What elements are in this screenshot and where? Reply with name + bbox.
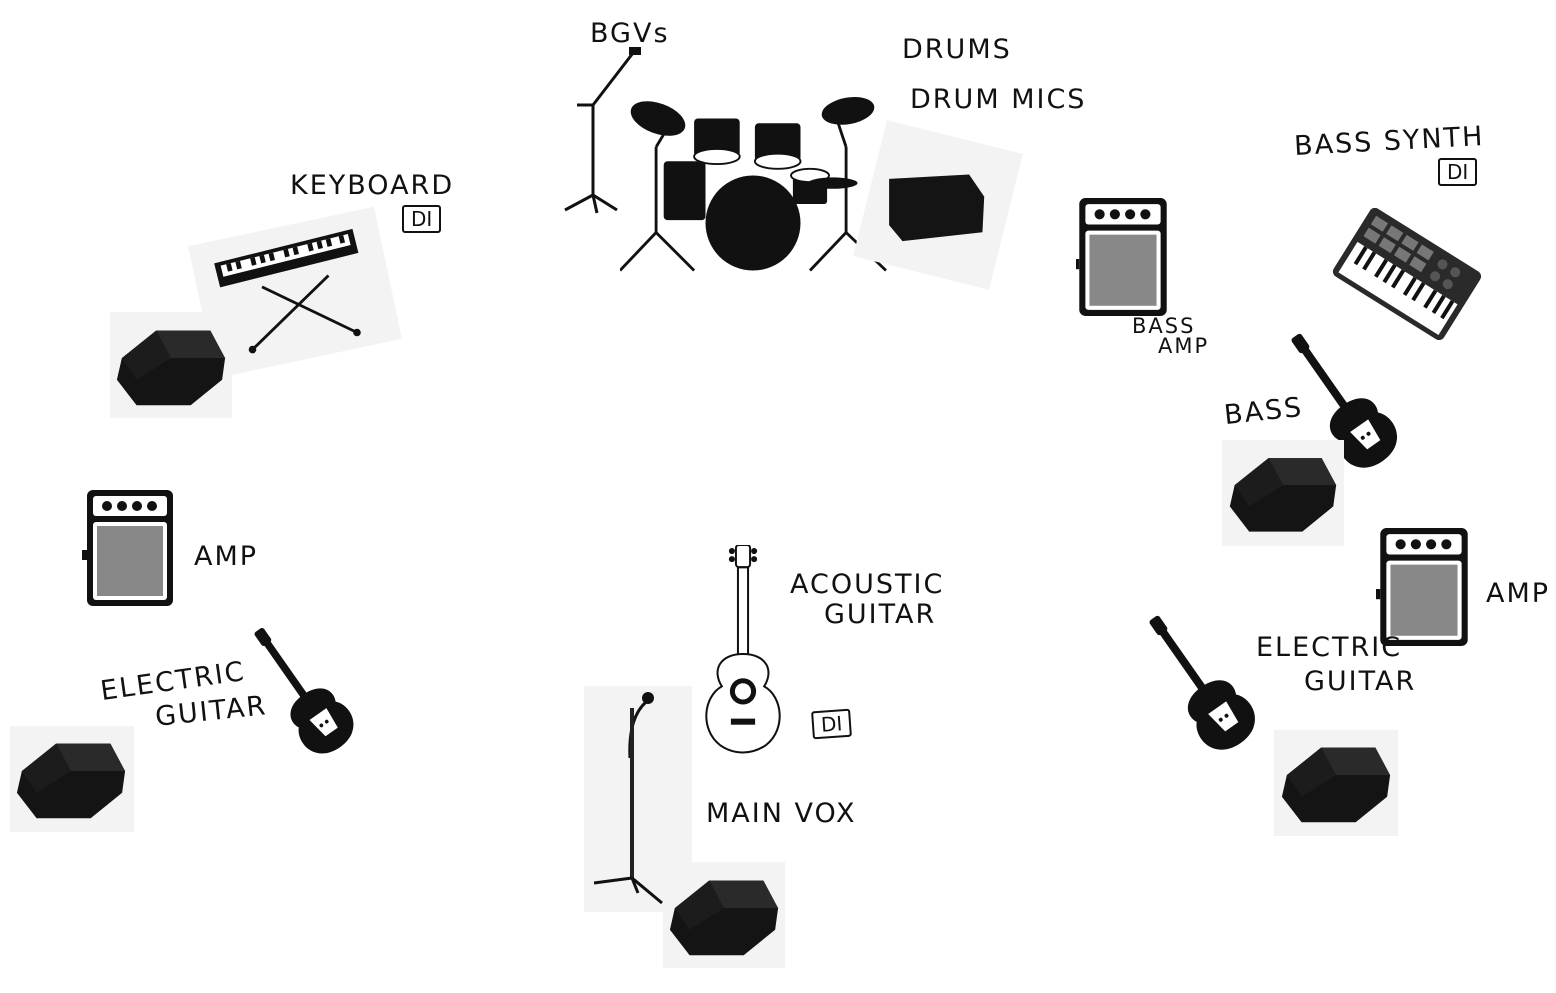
acoustic-label-line1: ACOUSTIC	[790, 569, 945, 600]
stage-plot: BGVs DRUMS DRUM MICS KEYBOARD DI AMP ELE…	[0, 0, 1556, 993]
left-amp-label: AMP	[194, 541, 259, 572]
main-vox-label: MAIN VOX	[706, 798, 857, 829]
floor-monitor-wedge-icon	[12, 730, 130, 822]
bass-amp-label-line2: AMP	[1158, 334, 1210, 358]
electric-guitar-icon	[230, 615, 370, 765]
drum-mics-label: DRUM MICS	[910, 84, 1087, 115]
floor-monitor-wedge-icon	[889, 174, 985, 242]
right-guitar-label-line2: GUITAR	[1304, 666, 1417, 697]
keyboard-di-badge: DI	[402, 205, 442, 233]
floor-monitor-wedge-icon	[1277, 734, 1395, 826]
bass-synth-di-badge: DI	[1438, 158, 1478, 186]
guitar-amp-icon	[1076, 196, 1170, 318]
right-guitar-label-line1: ELECTRIC	[1256, 632, 1403, 663]
keyboard-label: KEYBOARD	[290, 170, 455, 201]
floor-monitor-wedge-icon	[665, 866, 783, 960]
guitar-amp-icon	[82, 488, 178, 608]
bass-label: BASS	[1222, 391, 1305, 432]
floor-monitor-wedge-icon	[112, 318, 230, 408]
drums-label: DRUMS	[902, 34, 1012, 65]
floor-monitor-wedge-icon	[1225, 444, 1341, 536]
electric-guitar-icon	[1128, 600, 1268, 764]
right-amp-label: AMP	[1486, 578, 1551, 609]
keyboard-icon	[205, 215, 395, 355]
bass-synth-label: BASS SYNTH	[1293, 121, 1486, 162]
guitar-amp-icon	[1376, 526, 1472, 648]
acoustic-di-badge: DI	[811, 708, 853, 740]
bgvs-label: BGVs	[590, 18, 670, 49]
acoustic-guitar-icon	[697, 545, 789, 757]
acoustic-label-line2: GUITAR	[824, 599, 937, 630]
